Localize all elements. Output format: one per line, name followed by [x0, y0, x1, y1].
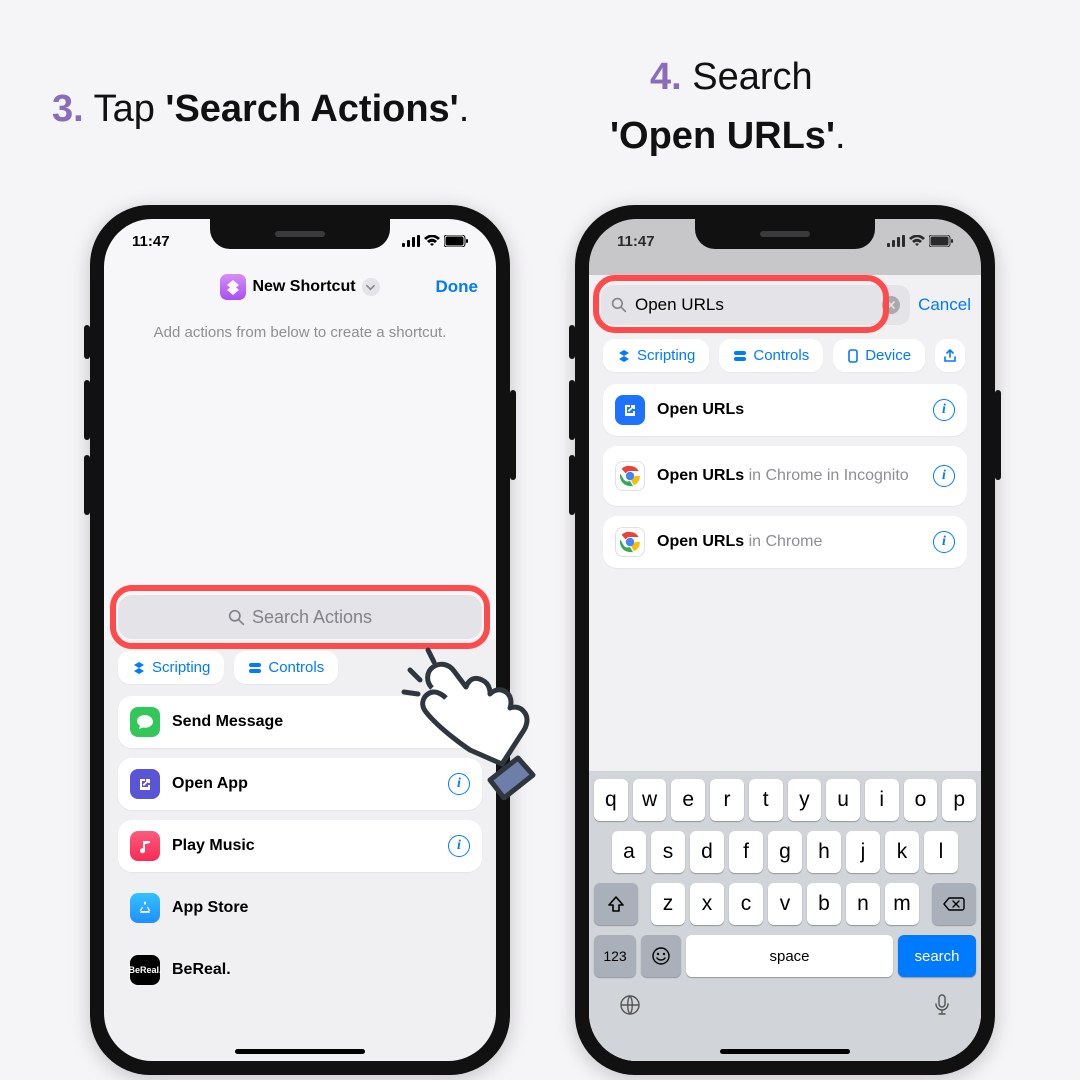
scripting-icon	[132, 661, 146, 675]
appstore-icon	[130, 893, 160, 923]
chip-controls[interactable]: Controls	[719, 339, 823, 372]
share-icon	[943, 349, 957, 363]
chrome-icon	[615, 461, 645, 491]
search-icon	[228, 609, 245, 626]
key-p[interactable]: p	[942, 779, 976, 821]
dictation-key[interactable]	[932, 993, 952, 1022]
space-key[interactable]: space	[686, 935, 893, 977]
clear-button[interactable]	[882, 296, 900, 314]
key-f[interactable]: f	[729, 831, 763, 873]
chip-scripting[interactable]: Scripting	[603, 339, 709, 372]
notch	[210, 219, 390, 249]
info-button[interactable]: i	[933, 399, 955, 421]
action-app-store[interactable]: App Store	[118, 882, 482, 934]
search-icon	[611, 297, 627, 313]
key-u[interactable]: u	[826, 779, 860, 821]
globe-key[interactable]	[618, 993, 642, 1022]
search-value: Open URLs	[635, 295, 874, 315]
key-q[interactable]: q	[594, 779, 628, 821]
key-y[interactable]: y	[788, 779, 822, 821]
action-bereal[interactable]: BeReal. BeReal.	[118, 944, 482, 996]
home-indicator[interactable]	[235, 1049, 365, 1054]
backspace-key[interactable]	[932, 883, 976, 925]
key-v[interactable]: v	[768, 883, 802, 925]
key-x[interactable]: x	[690, 883, 724, 925]
emoji-key[interactable]	[641, 935, 681, 977]
page-title: New Shortcut	[252, 278, 355, 296]
home-indicator[interactable]	[720, 1049, 850, 1054]
cancel-button[interactable]: Cancel	[918, 295, 971, 315]
phone-step4: 11:47 Open URLs	[575, 205, 995, 1075]
wifi-icon	[424, 235, 440, 247]
key-z[interactable]: z	[651, 883, 685, 925]
info-button[interactable]: i	[933, 465, 955, 487]
shortcut-title-group[interactable]: New Shortcut	[220, 274, 379, 300]
key-s[interactable]: s	[651, 831, 685, 873]
action-play-music[interactable]: Play Music i	[118, 820, 482, 872]
keyboard[interactable]: qwertyuiop asdfghjkl zxcvbnm 123	[589, 771, 981, 1061]
battery-icon	[444, 235, 468, 247]
bereal-icon: BeReal.	[130, 955, 160, 985]
key-w[interactable]: w	[633, 779, 667, 821]
info-button[interactable]: i	[933, 531, 955, 553]
key-l[interactable]: l	[924, 831, 958, 873]
search-actions-field[interactable]: Search Actions	[118, 595, 482, 639]
hint-text: Add actions from below to create a short…	[104, 311, 496, 355]
search-input[interactable]: Open URLs	[601, 285, 910, 325]
search-key[interactable]: search	[898, 935, 976, 977]
key-g[interactable]: g	[768, 831, 802, 873]
key-m[interactable]: m	[885, 883, 919, 925]
chrome-icon	[615, 527, 645, 557]
search-results-list: Open URLs i Open URLs in Chrome in Incog…	[589, 384, 981, 568]
step3-heading: 3. Tap 'Search Actions'.	[52, 88, 469, 131]
step3-number: 3.	[52, 88, 84, 130]
open-icon	[130, 769, 160, 799]
chip-more[interactable]	[935, 339, 965, 372]
key-o[interactable]: o	[904, 779, 938, 821]
controls-icon	[733, 349, 747, 363]
numbers-key[interactable]: 123	[594, 935, 636, 977]
key-e[interactable]: e	[671, 779, 705, 821]
scripting-icon	[617, 349, 631, 363]
hand-pointer-icon	[398, 640, 538, 800]
key-h[interactable]: h	[807, 831, 841, 873]
key-r[interactable]: r	[710, 779, 744, 821]
result-open-urls-chrome[interactable]: Open URLs in Chrome i	[603, 516, 967, 568]
chip-scripting[interactable]: Scripting	[118, 651, 224, 684]
signal-icon	[402, 235, 420, 247]
safari-icon	[615, 395, 645, 425]
key-n[interactable]: n	[846, 883, 880, 925]
key-i[interactable]: i	[865, 779, 899, 821]
shift-key[interactable]	[594, 883, 638, 925]
message-icon	[130, 707, 160, 737]
key-j[interactable]: j	[846, 831, 880, 873]
step4-heading: 4. Search 'Open URLs'.	[650, 56, 846, 158]
info-button[interactable]: i	[448, 835, 470, 857]
status-time: 11:47	[132, 233, 170, 250]
done-button[interactable]: Done	[436, 277, 479, 297]
key-b[interactable]: b	[807, 883, 841, 925]
chip-device[interactable]: Device	[833, 339, 925, 372]
chip-controls[interactable]: Controls	[234, 651, 338, 684]
key-t[interactable]: t	[749, 779, 783, 821]
notch	[695, 219, 875, 249]
filter-chips-row: Scripting Controls Device	[589, 331, 981, 384]
key-a[interactable]: a	[612, 831, 646, 873]
key-d[interactable]: d	[690, 831, 724, 873]
key-k[interactable]: k	[885, 831, 919, 873]
result-open-urls[interactable]: Open URLs i	[603, 384, 967, 436]
step4-number: 4.	[650, 56, 682, 98]
result-open-urls-chrome-incognito[interactable]: Open URLs in Chrome in Incognito i	[603, 446, 967, 506]
controls-icon	[248, 661, 262, 675]
key-c[interactable]: c	[729, 883, 763, 925]
music-icon	[130, 831, 160, 861]
chevron-down-icon[interactable]	[362, 278, 380, 296]
nav-bar: New Shortcut Done	[104, 263, 496, 311]
shortcuts-app-icon	[220, 274, 246, 300]
search-placeholder: Search Actions	[252, 607, 372, 628]
device-icon	[847, 349, 859, 363]
